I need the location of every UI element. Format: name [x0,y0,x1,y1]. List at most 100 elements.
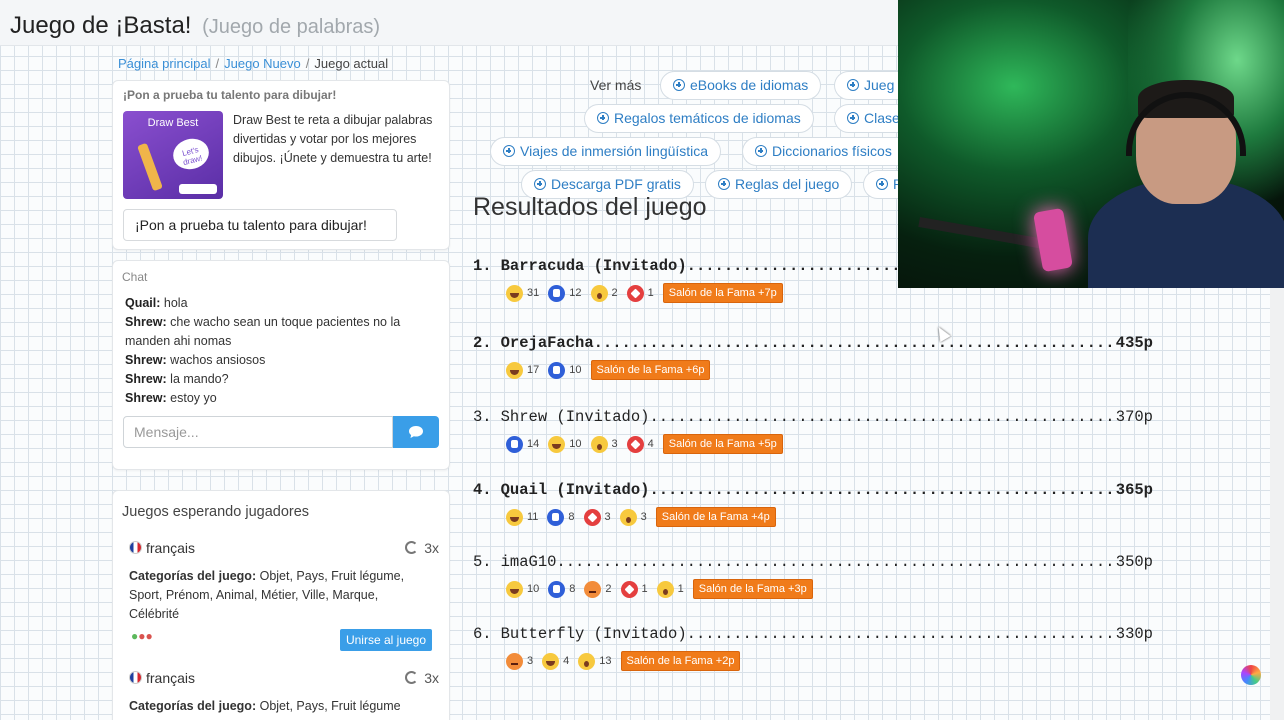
reaction-angry[interactable]: 3 [506,652,533,670]
hall-of-fame-badge[interactable]: Salón de la Fama +7p [662,283,783,303]
player-points: 365p [1115,481,1153,499]
plus-circle-icon [847,79,859,91]
reaction-like[interactable]: 14 [506,435,540,453]
hall-of-fame-badge[interactable]: Salón de la Fama +4p [655,507,776,527]
breadcrumb-new-game-link[interactable]: Juego Nuevo [224,56,301,71]
player-points: 435p [1115,334,1153,352]
reaction-count: 3 [604,511,611,523]
app-title: Juego de ¡Basta! (Juego de palabras) [10,12,380,40]
player-rank: 1. [473,257,492,275]
chat-message: Shrew: la mando? [125,372,229,386]
like-icon [547,508,565,526]
pill-dictionaries[interactable]: Diccionarios físicos [742,137,904,166]
reaction-count: 14 [527,438,540,450]
scrollbar[interactable] [1270,288,1284,720]
draw-best-image[interactable]: Draw Best Let's draw! [123,111,223,199]
plus-circle-icon [534,178,546,190]
player-rank: 3. [473,408,492,426]
breadcrumb: Página principal / Juego Nuevo / Juego actua… [118,56,389,71]
store-badge-icon [179,184,217,194]
reaction-like[interactable]: 8 [548,580,575,598]
promo-button[interactable]: ¡Pon a prueba tu talento para dibujar! [123,209,397,241]
join-game-button[interactable]: Unirse al juego [340,629,432,651]
reaction-laugh[interactable]: 10 [506,580,540,598]
pill-ebooks[interactable]: eBooks de idiomas [660,71,822,100]
result-row: 4. Quail (Invitado) 365p 11 8 3 3 Salón de la F… [473,481,1153,527]
waiting-game-card: français 3x Categorías del juego: Objet,… [129,670,439,720]
player-name: OrejaFacha [500,334,594,352]
chat-heading: Chat [122,270,148,284]
reaction-heart[interactable]: 4 [626,435,654,453]
reaction-wow[interactable]: 1 [656,580,684,598]
chat-message: Quail: hola [125,296,188,310]
game-language: français [129,540,195,556]
result-row: 2. OrejaFacha 435p 17 10 Salón de la Fama +6p [473,334,1153,380]
reaction-heart[interactable]: 1 [620,580,648,598]
plus-circle-icon [876,178,888,190]
reaction-count: 10 [569,364,582,376]
leader-dots [649,408,1115,428]
player-icon: ● [145,629,153,643]
result-row: 3. Shrew (Invitado) 370p 14 10 3 4 Salón de la … [473,408,1153,454]
pill-games[interactable]: Jueg [834,71,907,100]
reaction-wow[interactable]: 13 [578,652,612,670]
pill-gifts[interactable]: Regalos temáticos de idiomas [584,104,814,133]
wow-icon [590,284,608,302]
reaction-count: 31 [527,287,540,299]
reaction-like[interactable]: 8 [547,508,575,526]
reaction-like[interactable]: 12 [548,284,582,302]
reaction-count: 4 [563,655,570,667]
hall-of-fame-badge[interactable]: Salón de la Fama +2p [620,651,741,671]
reaction-heart[interactable]: 3 [583,508,611,526]
reaction-count: 1 [641,583,648,595]
hall-of-fame-badge[interactable]: Salón de la Fama +5p [662,434,783,454]
like-icon [548,580,566,598]
chat-send-button[interactable] [393,416,439,448]
reaction-heart[interactable]: 1 [626,284,654,302]
hall-of-fame-badge[interactable]: Salón de la Fama +6p [590,360,711,380]
reaction-like[interactable]: 10 [548,361,582,379]
rounds-icon [405,541,419,554]
speech-bubble-icon: Let's draw! [169,134,213,174]
game-rounds: 3x [405,670,439,686]
reaction-count: 10 [569,438,582,450]
player-rank: 4. [473,481,492,499]
reaction-count: 3 [640,511,647,523]
reaction-count: 8 [568,511,575,523]
reaction-count: 4 [647,438,654,450]
leader-dots [687,625,1116,645]
reaction-laugh[interactable]: 31 [506,284,540,302]
player-icon: ● [138,629,146,643]
breadcrumb-home-link[interactable]: Página principal [118,56,211,71]
app-subtitle: (Juego de palabras) [202,16,381,38]
player-points: 370p [1115,408,1153,426]
player-name: Quail (Invitado) [500,481,650,499]
reaction-angry[interactable]: 2 [584,580,612,598]
chat-message: Shrew: wachos ansiosos [125,353,266,367]
reactions-bar: 14 10 3 4 Salón de la Fama +5p [506,434,1153,454]
reaction-laugh[interactable]: 17 [506,361,539,379]
reaction-wow[interactable]: 3 [619,508,647,526]
reaction-count: 2 [611,287,618,299]
game-rounds: 3x [405,540,439,556]
hall-of-fame-badge[interactable]: Salón de la Fama +3p [692,579,813,599]
game-categories: Categorías del juego: Objet, Pays, Fruit… [129,569,405,621]
reaction-wow[interactable]: 3 [590,435,618,453]
reaction-count: 1 [647,287,654,299]
wow-icon [590,435,608,453]
pill-travel[interactable]: Viajes de inmersión lingüística [490,137,722,166]
player-name: Barracuda (Invitado) [500,257,687,275]
reaction-laugh[interactable]: 11 [506,508,538,526]
reaction-laugh[interactable]: 10 [548,435,582,453]
reaction-laugh[interactable]: 4 [542,652,570,670]
player-rank: 6. [473,625,492,643]
see-more-label: Ver más [590,77,642,93]
chat-message-input[interactable] [123,416,393,448]
player-rank: 5. [473,553,492,571]
reaction-wow[interactable]: 2 [590,284,618,302]
waiting-games-heading: Juegos esperando jugadores [122,504,310,520]
brain-icon[interactable] [1241,665,1261,685]
plus-circle-icon [673,79,685,91]
pill-rules[interactable]: Reglas del juego [705,170,853,199]
reaction-count: 10 [527,583,540,595]
